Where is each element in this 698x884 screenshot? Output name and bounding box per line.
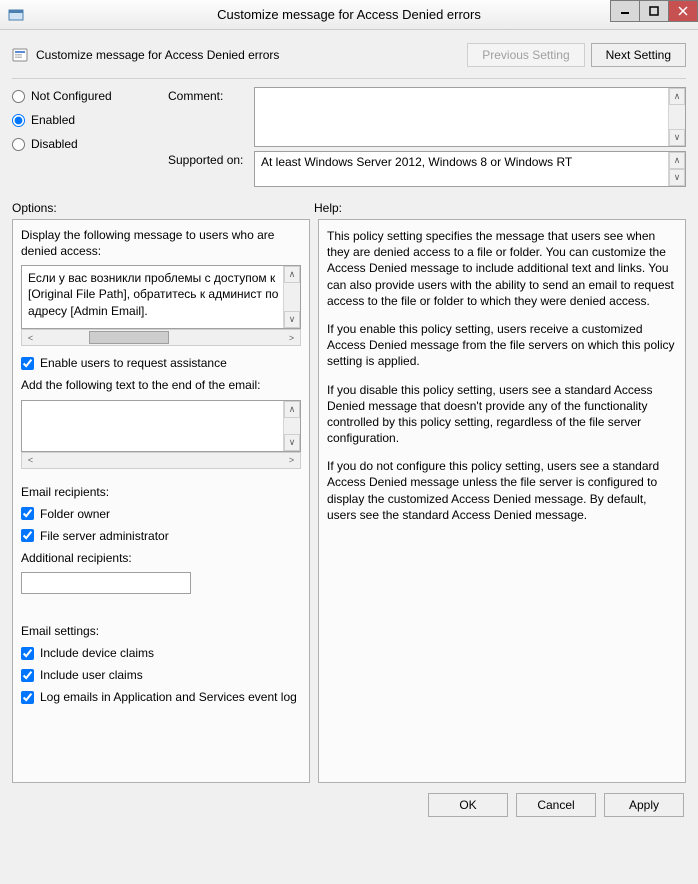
scroll-left-icon[interactable]: < xyxy=(22,330,39,345)
include-device-claims-row[interactable]: Include device claims xyxy=(21,646,301,660)
help-heading: Help: xyxy=(314,201,686,215)
display-message-field[interactable]: ∧ ∨ xyxy=(21,265,301,329)
folder-owner-row[interactable]: Folder owner xyxy=(21,507,301,521)
previous-setting-button: Previous Setting xyxy=(467,43,584,67)
scroll-up-icon[interactable]: ∧ xyxy=(284,401,300,418)
scroll-right-icon[interactable]: > xyxy=(283,453,300,468)
include-user-claims-checkbox[interactable] xyxy=(21,669,34,682)
options-panel: Display the following message to users w… xyxy=(12,219,310,783)
radio-not-configured-input[interactable] xyxy=(12,90,25,103)
append-email-field[interactable]: ∧ ∨ xyxy=(21,400,301,452)
include-user-claims-row[interactable]: Include user claims xyxy=(21,668,301,682)
radio-disabled-label: Disabled xyxy=(31,137,78,151)
cancel-button[interactable]: Cancel xyxy=(516,793,596,817)
log-emails-checkbox[interactable] xyxy=(21,691,34,704)
scroll-right-icon[interactable]: > xyxy=(283,330,300,345)
comment-box[interactable]: ∧ ∨ xyxy=(254,87,686,147)
scroll-down-icon[interactable]: ∨ xyxy=(669,129,685,146)
comment-label: Comment: xyxy=(168,87,248,103)
window-controls xyxy=(611,0,698,24)
additional-recipients-input[interactable] xyxy=(21,572,191,594)
scroll-down-icon[interactable]: ∨ xyxy=(284,311,300,328)
folder-owner-label: Folder owner xyxy=(40,507,110,521)
help-paragraph: If you enable this policy setting, users… xyxy=(327,321,677,370)
radio-not-configured[interactable]: Not Configured xyxy=(12,89,162,103)
radio-enabled-input[interactable] xyxy=(12,114,25,127)
append-email-label: Add the following text to the end of the… xyxy=(21,378,301,394)
append-email-textarea[interactable] xyxy=(22,401,300,451)
supported-on-label: Supported on: xyxy=(168,151,248,167)
include-device-claims-label: Include device claims xyxy=(40,646,154,660)
scroll-up-icon[interactable]: ∧ xyxy=(284,266,300,283)
ok-button[interactable]: OK xyxy=(428,793,508,817)
email-settings-heading: Email settings: xyxy=(21,624,301,638)
radio-enabled[interactable]: Enabled xyxy=(12,113,162,127)
scroll-thumb[interactable] xyxy=(89,331,169,344)
enable-assist-label: Enable users to request assistance xyxy=(40,356,227,370)
display-message-hscroll[interactable]: < > xyxy=(21,329,301,346)
fs-admin-label: File server administrator xyxy=(40,529,169,543)
supported-scrollbar[interactable]: ∧ ∨ xyxy=(668,152,685,186)
footer: OK Cancel Apply xyxy=(0,783,698,827)
close-button[interactable] xyxy=(668,0,698,22)
display-message-label: Display the following message to users w… xyxy=(21,228,301,259)
supported-on-text: At least Windows Server 2012, Windows 8 … xyxy=(255,152,685,172)
window-title: Customize message for Access Denied erro… xyxy=(0,7,698,22)
radio-not-configured-label: Not Configured xyxy=(31,89,112,103)
help-paragraph: If you do not configure this policy sett… xyxy=(327,458,677,523)
additional-recipients-label: Additional recipients: xyxy=(21,551,301,567)
fs-admin-row[interactable]: File server administrator xyxy=(21,529,301,543)
recipients-heading: Email recipients: xyxy=(21,485,301,499)
options-heading: Options: xyxy=(12,201,314,215)
enable-assist-row[interactable]: Enable users to request assistance xyxy=(21,356,301,370)
help-panel: This policy setting specifies the messag… xyxy=(318,219,686,783)
divider xyxy=(12,78,686,79)
folder-owner-checkbox[interactable] xyxy=(21,507,34,520)
radio-disabled-input[interactable] xyxy=(12,138,25,151)
policy-title: Customize message for Access Denied erro… xyxy=(36,48,467,62)
include-device-claims-checkbox[interactable] xyxy=(21,647,34,660)
maximize-button[interactable] xyxy=(639,0,669,22)
fs-admin-checkbox[interactable] xyxy=(21,529,34,542)
scroll-down-icon[interactable]: ∨ xyxy=(669,169,685,186)
display-message-textarea[interactable] xyxy=(22,266,300,328)
log-emails-label: Log emails in Application and Services e… xyxy=(40,690,297,704)
policy-icon xyxy=(12,47,28,63)
help-paragraph: If you disable this policy setting, user… xyxy=(327,382,677,447)
scroll-left-icon[interactable]: < xyxy=(22,453,39,468)
radio-disabled[interactable]: Disabled xyxy=(12,137,162,151)
display-message-scrollbar[interactable]: ∧ ∨ xyxy=(283,266,300,328)
log-emails-row[interactable]: Log emails in Application and Services e… xyxy=(21,690,301,704)
append-email-hscroll[interactable]: < > xyxy=(21,452,301,469)
title-bar: Customize message for Access Denied erro… xyxy=(0,0,698,30)
append-email-scrollbar[interactable]: ∧ ∨ xyxy=(283,401,300,451)
next-setting-button[interactable]: Next Setting xyxy=(591,43,686,67)
scroll-up-icon[interactable]: ∧ xyxy=(669,152,685,169)
minimize-button[interactable] xyxy=(610,0,640,22)
comment-scrollbar[interactable]: ∧ ∨ xyxy=(668,88,685,146)
radio-enabled-label: Enabled xyxy=(31,113,75,127)
apply-button[interactable]: Apply xyxy=(604,793,684,817)
supported-on-box: At least Windows Server 2012, Windows 8 … xyxy=(254,151,686,187)
include-user-claims-label: Include user claims xyxy=(40,668,143,682)
scroll-down-icon[interactable]: ∨ xyxy=(284,434,300,451)
help-paragraph: This policy setting specifies the messag… xyxy=(327,228,677,309)
app-icon xyxy=(8,7,24,23)
comment-textarea[interactable] xyxy=(255,88,685,146)
enable-assist-checkbox[interactable] xyxy=(21,357,34,370)
scroll-up-icon[interactable]: ∧ xyxy=(669,88,685,105)
